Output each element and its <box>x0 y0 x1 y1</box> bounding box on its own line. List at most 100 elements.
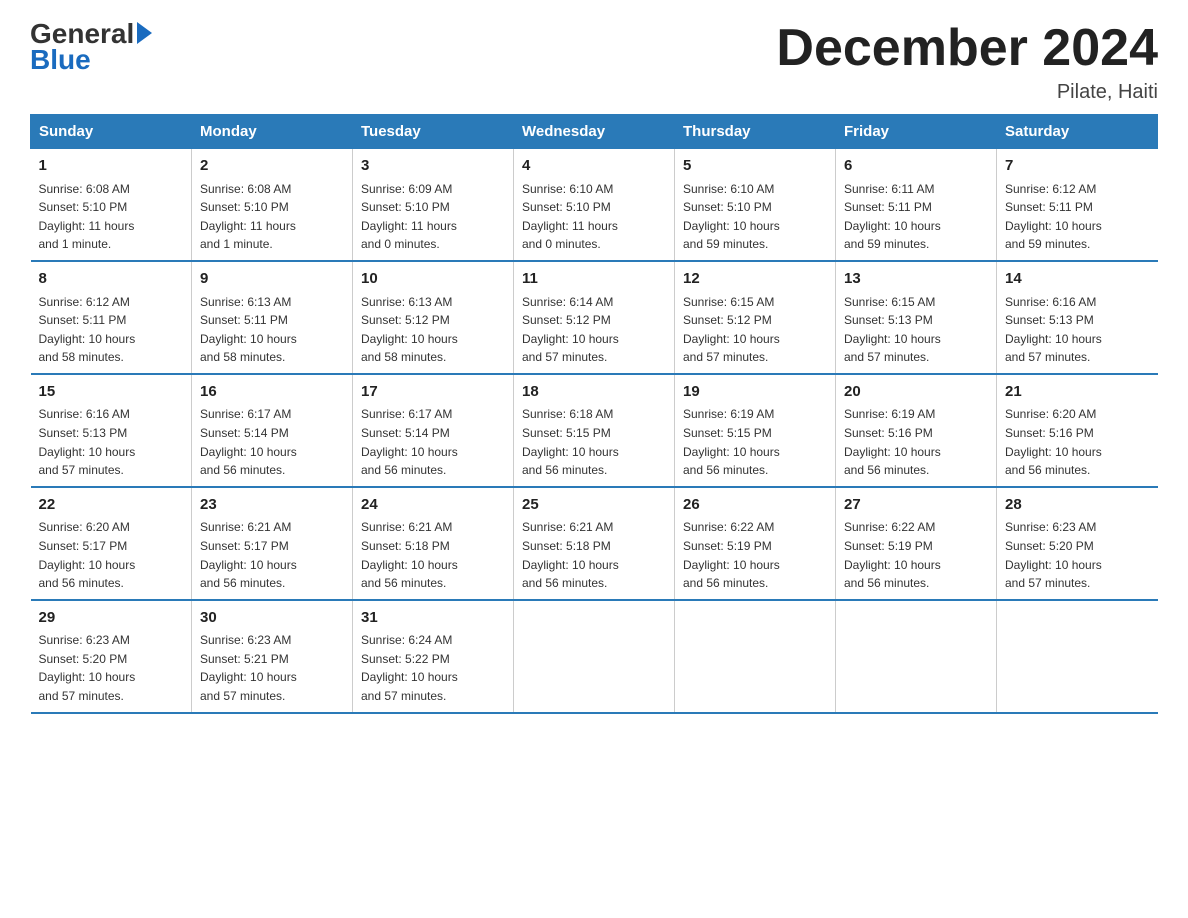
day-info: Sunrise: 6:22 AMSunset: 5:19 PMDaylight:… <box>844 518 988 592</box>
day-info: Sunrise: 6:19 AMSunset: 5:16 PMDaylight:… <box>844 405 988 479</box>
day-info: Sunrise: 6:13 AMSunset: 5:11 PMDaylight:… <box>200 293 344 367</box>
month-title: December 2024 <box>776 20 1158 77</box>
day-number: 12 <box>683 268 827 291</box>
day-cell: 20Sunrise: 6:19 AMSunset: 5:16 PMDayligh… <box>836 374 997 487</box>
day-cell: 5Sunrise: 6:10 AMSunset: 5:10 PMDaylight… <box>675 149 836 261</box>
day-info: Sunrise: 6:15 AMSunset: 5:13 PMDaylight:… <box>844 293 988 367</box>
header-wednesday: Wednesday <box>514 115 675 149</box>
day-info: Sunrise: 6:10 AMSunset: 5:10 PMDaylight:… <box>683 180 827 254</box>
day-number: 3 <box>361 155 505 178</box>
day-number: 14 <box>1005 268 1150 291</box>
day-info: Sunrise: 6:20 AMSunset: 5:17 PMDaylight:… <box>39 518 184 592</box>
day-cell: 6Sunrise: 6:11 AMSunset: 5:11 PMDaylight… <box>836 149 997 261</box>
day-cell: 12Sunrise: 6:15 AMSunset: 5:12 PMDayligh… <box>675 261 836 374</box>
day-cell: 30Sunrise: 6:23 AMSunset: 5:21 PMDayligh… <box>192 600 353 713</box>
day-number: 6 <box>844 155 988 178</box>
day-cell: 18Sunrise: 6:18 AMSunset: 5:15 PMDayligh… <box>514 374 675 487</box>
day-cell: 31Sunrise: 6:24 AMSunset: 5:22 PMDayligh… <box>353 600 514 713</box>
day-info: Sunrise: 6:11 AMSunset: 5:11 PMDaylight:… <box>844 180 988 254</box>
day-number: 21 <box>1005 381 1150 404</box>
day-number: 5 <box>683 155 827 178</box>
day-cell: 26Sunrise: 6:22 AMSunset: 5:19 PMDayligh… <box>675 487 836 600</box>
week-row-4: 22Sunrise: 6:20 AMSunset: 5:17 PMDayligh… <box>31 487 1158 600</box>
day-info: Sunrise: 6:21 AMSunset: 5:18 PMDaylight:… <box>522 518 666 592</box>
logo-blue: Blue <box>30 46 91 74</box>
day-number: 20 <box>844 381 988 404</box>
day-number: 15 <box>39 381 184 404</box>
day-number: 9 <box>200 268 344 291</box>
day-info: Sunrise: 6:18 AMSunset: 5:15 PMDaylight:… <box>522 405 666 479</box>
header-sunday: Sunday <box>31 115 192 149</box>
header-monday: Monday <box>192 115 353 149</box>
day-info: Sunrise: 6:09 AMSunset: 5:10 PMDaylight:… <box>361 180 505 254</box>
day-info: Sunrise: 6:10 AMSunset: 5:10 PMDaylight:… <box>522 180 666 254</box>
day-info: Sunrise: 6:08 AMSunset: 5:10 PMDaylight:… <box>39 180 184 254</box>
day-cell <box>675 600 836 713</box>
day-info: Sunrise: 6:22 AMSunset: 5:19 PMDaylight:… <box>683 518 827 592</box>
header-tuesday: Tuesday <box>353 115 514 149</box>
day-number: 2 <box>200 155 344 178</box>
day-number: 16 <box>200 381 344 404</box>
day-cell: 17Sunrise: 6:17 AMSunset: 5:14 PMDayligh… <box>353 374 514 487</box>
day-cell: 9Sunrise: 6:13 AMSunset: 5:11 PMDaylight… <box>192 261 353 374</box>
day-cell <box>836 600 997 713</box>
day-info: Sunrise: 6:13 AMSunset: 5:12 PMDaylight:… <box>361 293 505 367</box>
day-number: 10 <box>361 268 505 291</box>
day-cell: 15Sunrise: 6:16 AMSunset: 5:13 PMDayligh… <box>31 374 192 487</box>
day-cell: 16Sunrise: 6:17 AMSunset: 5:14 PMDayligh… <box>192 374 353 487</box>
header-thursday: Thursday <box>675 115 836 149</box>
day-info: Sunrise: 6:24 AMSunset: 5:22 PMDaylight:… <box>361 631 505 705</box>
day-info: Sunrise: 6:08 AMSunset: 5:10 PMDaylight:… <box>200 180 344 254</box>
day-cell: 29Sunrise: 6:23 AMSunset: 5:20 PMDayligh… <box>31 600 192 713</box>
day-number: 18 <box>522 381 666 404</box>
day-number: 31 <box>361 607 505 630</box>
day-info: Sunrise: 6:21 AMSunset: 5:18 PMDaylight:… <box>361 518 505 592</box>
day-info: Sunrise: 6:20 AMSunset: 5:16 PMDaylight:… <box>1005 405 1150 479</box>
header-friday: Friday <box>836 115 997 149</box>
day-info: Sunrise: 6:15 AMSunset: 5:12 PMDaylight:… <box>683 293 827 367</box>
location: Pilate, Haiti <box>776 81 1158 104</box>
day-cell: 11Sunrise: 6:14 AMSunset: 5:12 PMDayligh… <box>514 261 675 374</box>
day-info: Sunrise: 6:17 AMSunset: 5:14 PMDaylight:… <box>200 405 344 479</box>
day-number: 29 <box>39 607 184 630</box>
day-cell: 3Sunrise: 6:09 AMSunset: 5:10 PMDaylight… <box>353 149 514 261</box>
day-number: 4 <box>522 155 666 178</box>
page-header: General Blue December 2024 Pilate, Haiti <box>30 20 1158 104</box>
day-number: 26 <box>683 494 827 517</box>
day-cell: 8Sunrise: 6:12 AMSunset: 5:11 PMDaylight… <box>31 261 192 374</box>
day-cell: 4Sunrise: 6:10 AMSunset: 5:10 PMDaylight… <box>514 149 675 261</box>
calendar-table: SundayMondayTuesdayWednesdayThursdayFrid… <box>30 114 1158 713</box>
day-info: Sunrise: 6:19 AMSunset: 5:15 PMDaylight:… <box>683 405 827 479</box>
day-number: 7 <box>1005 155 1150 178</box>
day-cell: 23Sunrise: 6:21 AMSunset: 5:17 PMDayligh… <box>192 487 353 600</box>
day-cell: 1Sunrise: 6:08 AMSunset: 5:10 PMDaylight… <box>31 149 192 261</box>
day-cell: 7Sunrise: 6:12 AMSunset: 5:11 PMDaylight… <box>997 149 1158 261</box>
day-cell: 24Sunrise: 6:21 AMSunset: 5:18 PMDayligh… <box>353 487 514 600</box>
day-number: 19 <box>683 381 827 404</box>
day-cell: 28Sunrise: 6:23 AMSunset: 5:20 PMDayligh… <box>997 487 1158 600</box>
day-info: Sunrise: 6:14 AMSunset: 5:12 PMDaylight:… <box>522 293 666 367</box>
day-number: 27 <box>844 494 988 517</box>
day-number: 13 <box>844 268 988 291</box>
day-cell: 27Sunrise: 6:22 AMSunset: 5:19 PMDayligh… <box>836 487 997 600</box>
week-row-3: 15Sunrise: 6:16 AMSunset: 5:13 PMDayligh… <box>31 374 1158 487</box>
day-number: 30 <box>200 607 344 630</box>
week-row-1: 1Sunrise: 6:08 AMSunset: 5:10 PMDaylight… <box>31 149 1158 261</box>
day-info: Sunrise: 6:21 AMSunset: 5:17 PMDaylight:… <box>200 518 344 592</box>
day-number: 11 <box>522 268 666 291</box>
day-number: 8 <box>39 268 184 291</box>
day-cell: 10Sunrise: 6:13 AMSunset: 5:12 PMDayligh… <box>353 261 514 374</box>
day-info: Sunrise: 6:12 AMSunset: 5:11 PMDaylight:… <box>1005 180 1150 254</box>
day-number: 24 <box>361 494 505 517</box>
day-cell: 2Sunrise: 6:08 AMSunset: 5:10 PMDaylight… <box>192 149 353 261</box>
day-info: Sunrise: 6:23 AMSunset: 5:20 PMDaylight:… <box>1005 518 1150 592</box>
day-info: Sunrise: 6:16 AMSunset: 5:13 PMDaylight:… <box>1005 293 1150 367</box>
day-number: 1 <box>39 155 184 178</box>
day-cell: 13Sunrise: 6:15 AMSunset: 5:13 PMDayligh… <box>836 261 997 374</box>
week-row-2: 8Sunrise: 6:12 AMSunset: 5:11 PMDaylight… <box>31 261 1158 374</box>
day-number: 28 <box>1005 494 1150 517</box>
day-cell: 25Sunrise: 6:21 AMSunset: 5:18 PMDayligh… <box>514 487 675 600</box>
day-info: Sunrise: 6:23 AMSunset: 5:21 PMDaylight:… <box>200 631 344 705</box>
title-area: December 2024 Pilate, Haiti <box>776 20 1158 104</box>
logo: General Blue <box>30 20 152 74</box>
